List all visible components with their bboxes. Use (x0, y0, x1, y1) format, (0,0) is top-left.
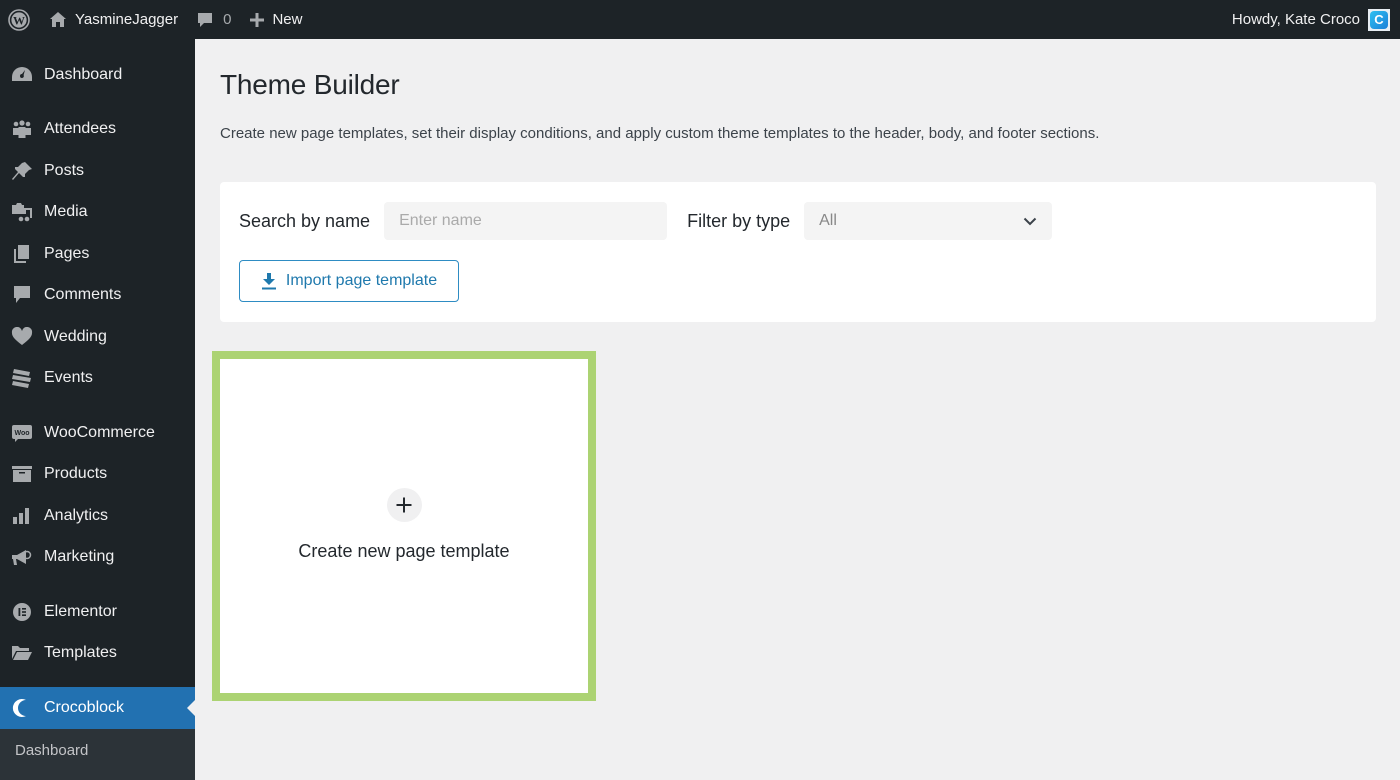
filter-type-select[interactable]: All (804, 202, 1053, 240)
sidebar-item-dashboard[interactable]: Dashboard (0, 54, 195, 96)
avatar[interactable]: C (1368, 8, 1390, 31)
pages-icon (0, 244, 44, 264)
home-icon (50, 12, 66, 27)
attendees-icon (0, 119, 44, 139)
page-title: Theme Builder (220, 69, 400, 100)
comments-link[interactable]: 0 (187, 0, 240, 39)
avatar-letter: C (1370, 10, 1388, 29)
media-icon (0, 202, 44, 222)
bar-chart-icon (0, 506, 44, 526)
sidebar-item-pages[interactable]: Pages (0, 233, 195, 275)
sidebar-item-events[interactable]: Events (0, 358, 195, 400)
plus-icon (396, 497, 412, 513)
heart-icon (0, 326, 44, 347)
filter-panel: Search by name Filter by type All Import… (220, 182, 1376, 322)
my-account[interactable]: Howdy, Kate Croco C (1231, 8, 1400, 31)
filter-type-value: All (819, 212, 837, 229)
create-new-template-card[interactable]: Create new page template (212, 351, 596, 701)
sidebar-item-posts[interactable]: Posts (0, 150, 195, 192)
megaphone-icon (0, 547, 44, 567)
sidebar-item-wedding[interactable]: Wedding (0, 316, 195, 358)
search-input[interactable] (384, 202, 668, 240)
woo-icon: Woo (0, 423, 44, 443)
create-template-label: Create new page template (298, 541, 510, 561)
sidebar-item-elementor[interactable]: Elementor (0, 591, 195, 633)
sidebar-item-comments[interactable]: Comments (0, 275, 195, 317)
svg-text:Woo: Woo (14, 430, 29, 437)
admin-bar: W YasmineJagger 0 New Howdy, Kate Croco … (0, 0, 1400, 39)
archive-icon (0, 464, 44, 484)
svg-text:W: W (13, 13, 25, 27)
download-icon (261, 273, 276, 290)
sidebar-item-attendees[interactable]: Attendees (0, 109, 195, 151)
chevron-down-icon (1023, 217, 1037, 225)
howdy-text: Howdy, Kate Croco (1231, 11, 1360, 28)
wordpress-logo-button[interactable]: W (0, 0, 40, 39)
tickets-icon (0, 368, 44, 389)
site-name-link[interactable]: YasmineJagger (40, 0, 187, 39)
import-page-template-button[interactable]: Import page template (239, 260, 459, 302)
dashboard-icon (0, 65, 44, 85)
plus-icon (250, 12, 265, 27)
main-content: Theme Builder Create new page templates,… (195, 39, 1400, 780)
comment-bubble-icon (198, 12, 213, 27)
submenu-item-dashboard[interactable]: Dashboard (0, 736, 195, 765)
elementor-icon (0, 602, 44, 622)
folder-icon (0, 643, 44, 663)
sidebar-item-woocommerce[interactable]: Woo WooCommerce (0, 412, 195, 454)
site-name: YasmineJagger (75, 11, 179, 28)
crocoblock-submenu: Dashboard (0, 728, 195, 780)
wordpress-icon: W (8, 8, 30, 31)
sidebar-item-crocoblock[interactable]: Crocoblock (0, 687, 195, 729)
new-content-link[interactable]: New (240, 0, 311, 39)
pin-icon (0, 161, 44, 181)
new-label: New (272, 11, 303, 28)
sidebar-item-media[interactable]: Media (0, 192, 195, 234)
sidebar-item-analytics[interactable]: Analytics (0, 495, 195, 537)
import-button-label: Import page template (285, 272, 438, 289)
filter-type-label: Filter by type (687, 210, 791, 231)
filter-row: Search by name Filter by type All (239, 202, 1053, 240)
search-label: Search by name (239, 210, 371, 231)
page-description: Create new page templates, set their dis… (220, 125, 1100, 142)
sidebar-item-marketing[interactable]: Marketing (0, 537, 195, 579)
comments-count: 0 (223, 11, 232, 28)
crocoblock-icon (0, 698, 44, 718)
add-template-button[interactable] (386, 488, 422, 522)
comment-icon (0, 285, 44, 305)
admin-sidebar: Dashboard Attendees Posts Media Pages Co… (0, 39, 195, 780)
sidebar-item-templates[interactable]: Templates (0, 633, 195, 675)
sidebar-item-products[interactable]: Products (0, 454, 195, 496)
